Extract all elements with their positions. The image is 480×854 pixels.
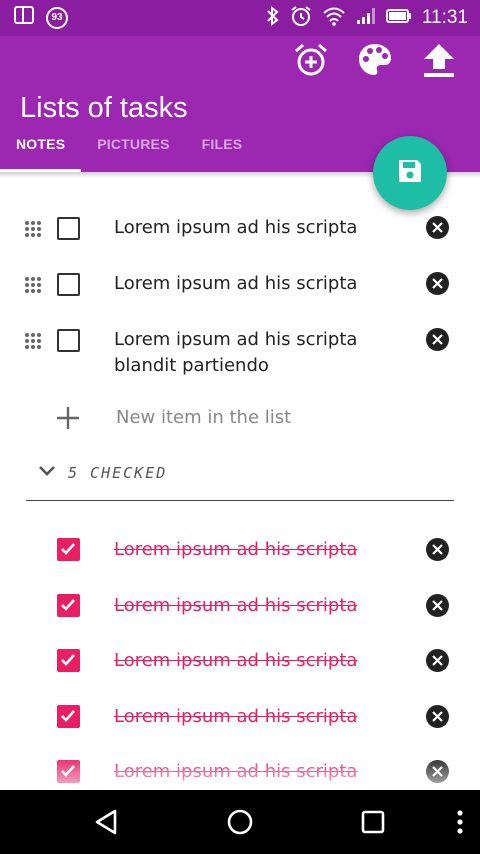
system-nav-bar [0, 790, 480, 854]
checked-list-item: Lorem ipsum ad his scripta [0, 758, 480, 788]
delete-item-button[interactable] [426, 705, 449, 728]
item-checkbox-checked[interactable] [57, 538, 80, 561]
save-button[interactable] [373, 136, 447, 210]
drag-handle-icon[interactable] [24, 332, 42, 350]
item-text[interactable]: Lorem ipsum ad his scripta [114, 537, 404, 563]
menu-icon[interactable] [442, 804, 478, 840]
page-title: Lists of tasks [20, 92, 188, 124]
delete-item-button[interactable] [426, 538, 449, 561]
item-text[interactable]: Lorem ipsum ad his scripta [114, 215, 404, 241]
item-text[interactable]: Lorem ipsum ad his scripta [114, 704, 404, 730]
item-text[interactable]: Lorem ipsum ad his scripta [114, 271, 404, 297]
checked-count-label: 5 CHECKED [68, 464, 168, 482]
item-text[interactable]: Lorem ipsum ad his scripta [114, 759, 404, 785]
tab-pictures[interactable]: PICTURES [81, 128, 185, 172]
delete-item-button[interactable] [426, 760, 449, 783]
add-alarm-icon[interactable] [292, 40, 330, 80]
delete-item-button[interactable] [426, 272, 449, 295]
palette-icon[interactable] [356, 40, 394, 80]
save-icon [397, 158, 423, 189]
signal-icon [356, 7, 376, 30]
new-item-row[interactable]: New item in the list [0, 404, 480, 434]
upload-icon[interactable] [420, 40, 458, 80]
checked-section-toggle[interactable]: 5 CHECKED [38, 464, 167, 482]
item-checkbox-checked[interactable] [57, 594, 80, 617]
item-checkbox[interactable] [57, 329, 80, 352]
delete-item-button[interactable] [426, 649, 449, 672]
checked-list-item: Lorem ipsum ad his scripta [0, 647, 480, 677]
alarm-icon [290, 5, 312, 32]
item-checkbox-checked[interactable] [57, 649, 80, 672]
item-checkbox-checked[interactable] [57, 760, 80, 783]
recents-icon[interactable] [355, 804, 391, 840]
back-icon[interactable] [88, 804, 124, 840]
delete-item-button[interactable] [426, 594, 449, 617]
new-item-input[interactable]: New item in the list [116, 407, 291, 428]
item-text[interactable]: Lorem ipsum ad his scripta [114, 648, 404, 674]
delete-item-button[interactable] [426, 216, 449, 239]
chevron-down-icon [38, 464, 56, 482]
checked-list-item: Lorem ipsum ad his scripta [0, 703, 480, 733]
tab-bar: NOTES PICTURES FILES [0, 128, 258, 172]
bluetooth-icon [266, 5, 280, 31]
item-checkbox[interactable] [57, 273, 80, 296]
notification-badge: 93 [46, 6, 68, 29]
item-checkbox-checked[interactable] [57, 705, 80, 728]
list-item: Lorem ipsum ad his scripta [0, 270, 480, 300]
delete-item-button[interactable] [426, 328, 449, 351]
divider [26, 500, 454, 501]
status-bar: 93 11:31 [0, 0, 480, 36]
list-item: Lorem ipsum ad his scripta blandit parti… [0, 326, 480, 382]
checked-list-item: Lorem ipsum ad his scripta [0, 536, 480, 566]
tab-notes[interactable]: NOTES [0, 128, 82, 172]
add-icon[interactable] [55, 405, 81, 431]
wifi-icon [322, 6, 346, 31]
checked-list-item: Lorem ipsum ad his scripta [0, 592, 480, 622]
drag-handle-icon[interactable] [24, 220, 42, 238]
item-text[interactable]: Lorem ipsum ad his scripta blandit parti… [114, 327, 384, 379]
drag-handle-icon[interactable] [24, 276, 42, 294]
clock: 11:31 [421, 7, 468, 28]
list-item: Lorem ipsum ad his scripta [0, 214, 480, 244]
item-checkbox[interactable] [57, 217, 80, 240]
screen-icon [14, 6, 34, 29]
item-text[interactable]: Lorem ipsum ad his scripta [114, 593, 404, 619]
tab-files[interactable]: FILES [186, 128, 259, 172]
battery-icon [385, 8, 412, 28]
home-icon[interactable] [222, 804, 258, 840]
